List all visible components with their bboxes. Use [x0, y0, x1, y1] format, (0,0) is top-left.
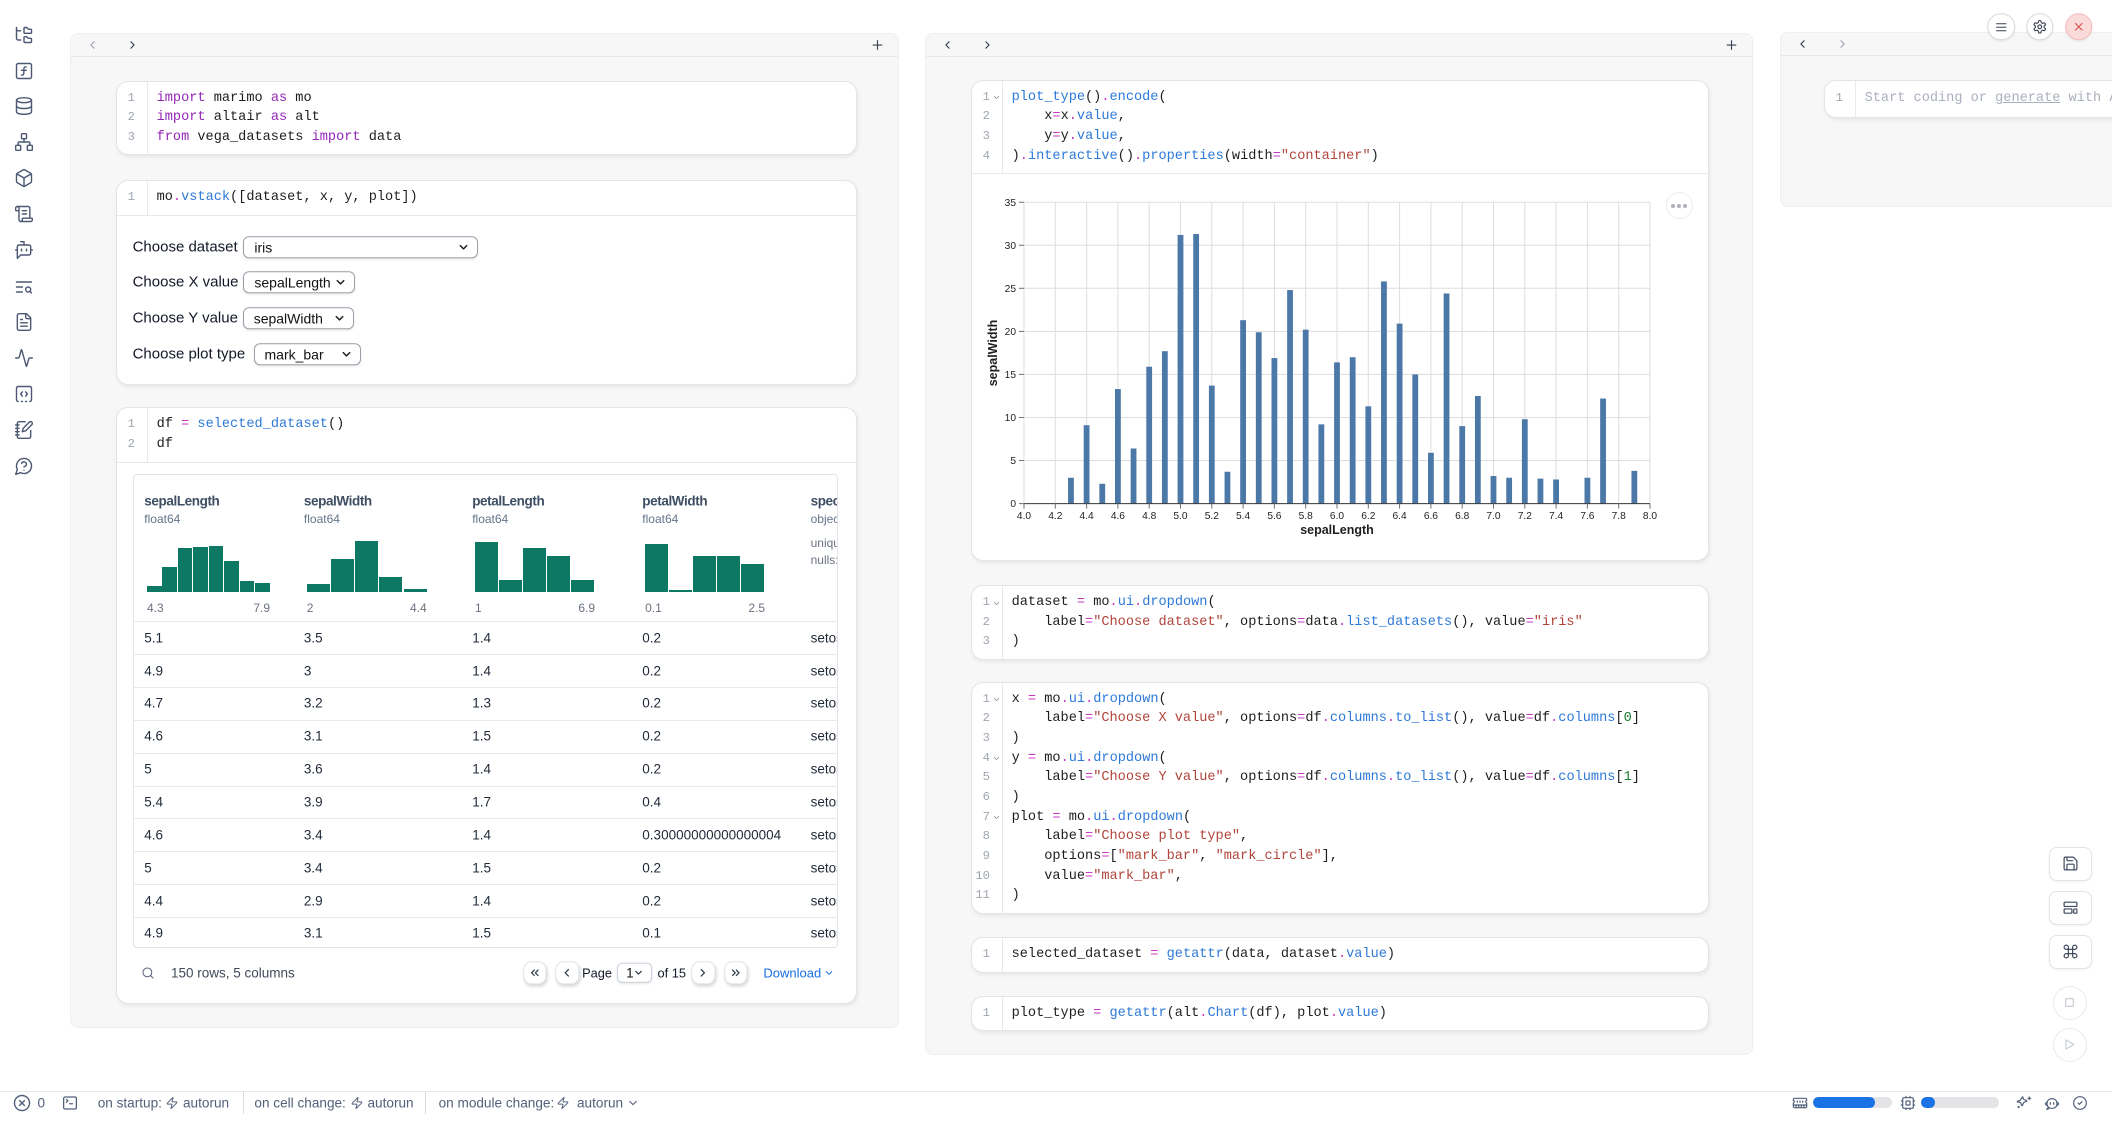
svg-text:4.4: 4.4: [1080, 511, 1094, 522]
svg-text:5.4: 5.4: [1236, 511, 1250, 522]
svg-text:7.4: 7.4: [1549, 511, 1563, 522]
svg-text:5.0: 5.0: [1173, 511, 1187, 522]
svg-text:5.6: 5.6: [1267, 511, 1281, 522]
svg-text:6.4: 6.4: [1393, 511, 1407, 522]
svg-text:4.6: 4.6: [1111, 511, 1125, 522]
svg-text:10: 10: [1005, 413, 1017, 424]
svg-text:20: 20: [1005, 327, 1017, 338]
svg-text:4.0: 4.0: [1017, 511, 1031, 522]
svg-text:6.6: 6.6: [1424, 511, 1438, 522]
svg-text:15: 15: [1005, 370, 1017, 381]
svg-text:35: 35: [1005, 198, 1017, 209]
svg-text:7.0: 7.0: [1486, 511, 1500, 522]
svg-text:30: 30: [1005, 241, 1017, 252]
svg-text:5.2: 5.2: [1205, 511, 1219, 522]
svg-text:25: 25: [1005, 284, 1017, 295]
svg-text:0: 0: [1010, 499, 1016, 510]
svg-text:7.8: 7.8: [1612, 511, 1626, 522]
svg-text:7.6: 7.6: [1580, 511, 1594, 522]
svg-text:7.2: 7.2: [1518, 511, 1532, 522]
svg-text:5.8: 5.8: [1299, 511, 1313, 522]
svg-text:4.2: 4.2: [1048, 511, 1062, 522]
svg-text:6.2: 6.2: [1361, 511, 1375, 522]
svg-text:6.0: 6.0: [1330, 511, 1344, 522]
svg-text:sepalLength: sepalLength: [1300, 523, 1374, 537]
svg-text:4.8: 4.8: [1142, 511, 1156, 522]
svg-text:8.0: 8.0: [1643, 511, 1657, 522]
svg-text:sepalWidth: sepalWidth: [986, 320, 1000, 387]
svg-text:5: 5: [1010, 456, 1016, 467]
svg-text:6.8: 6.8: [1455, 511, 1469, 522]
